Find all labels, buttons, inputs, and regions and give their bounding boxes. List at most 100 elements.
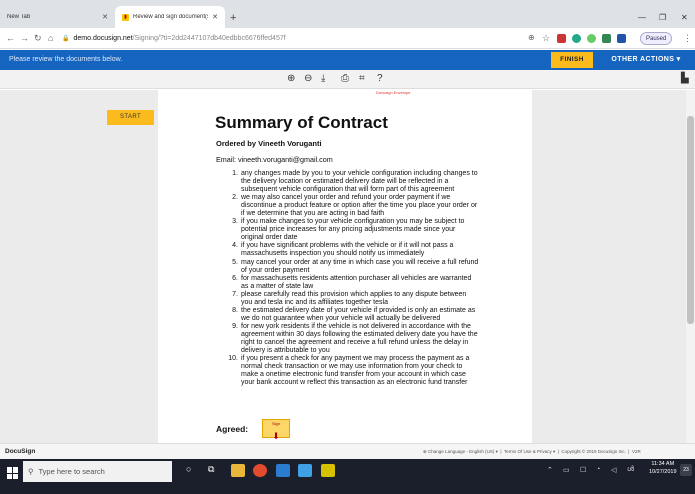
volume-icon[interactable]: ◁ xyxy=(611,466,616,474)
maximize-icon[interactable]: ❐ xyxy=(659,13,666,22)
version-text: V2R xyxy=(631,449,641,454)
app-icon[interactable] xyxy=(298,464,312,477)
term-line: if you present a check for any payment w… xyxy=(241,355,470,363)
term-number: 2. xyxy=(232,194,238,202)
translate-icon[interactable]: ⊕ xyxy=(528,33,535,42)
term-line: we do not guarantee when your vehicle wi… xyxy=(241,314,441,322)
term-number: 6. xyxy=(232,274,238,282)
minimize-icon[interactable]: — xyxy=(638,13,646,22)
terms-list: 1. any changes made by you to your vehicl… xyxy=(226,170,494,387)
search-icon: ⚲ xyxy=(28,467,34,476)
term-number: 4. xyxy=(232,242,238,250)
agreed-label: Agreed: xyxy=(216,424,249,434)
extension-icon[interactable] xyxy=(557,34,566,43)
start-button[interactable]: START xyxy=(107,110,154,125)
term-line: discontinue a product feature or option … xyxy=(241,202,478,210)
clock-time: 11:34 AM xyxy=(651,461,675,467)
taskbar-search-field[interactable]: ⚲ Type here to search xyxy=(23,461,172,482)
language-icon[interactable]: ൾ xyxy=(627,466,634,474)
sign-label: Sign xyxy=(271,421,280,426)
wifi-icon[interactable]: ◔ xyxy=(596,466,600,473)
term-number: 1. xyxy=(232,170,238,177)
clock-date: 10/27/2019 xyxy=(649,469,677,475)
task-view-icon[interactable]: ⧉ xyxy=(208,464,222,477)
term-line: massachusetts inspection you should noti… xyxy=(241,250,425,258)
zoom-in-icon[interactable]: ⊕ xyxy=(287,73,295,84)
term-line: you and tesla inc and its affiliates tog… xyxy=(241,298,388,306)
ordered-by: Ordered by Vineeth Voruganti xyxy=(216,139,322,148)
browser-menu-icon[interactable]: ⋮ xyxy=(683,33,692,44)
term-item: 10. if you present a check for any paymen… xyxy=(226,355,494,387)
term-item: 3. if you make changes to your vehicle co… xyxy=(226,218,494,242)
home-icon[interactable]: ⌂ xyxy=(48,33,53,43)
reload-icon[interactable]: ↻ xyxy=(34,33,42,44)
windows-start-icon[interactable] xyxy=(7,467,19,479)
other-actions-button[interactable]: OTHER ACTIONS ▾ xyxy=(600,52,692,68)
term-line: the estimated delivery date of your vehi… xyxy=(241,306,476,314)
term-line: potential price increases for any pricin… xyxy=(241,226,456,234)
close-icon[interactable]: ✕ xyxy=(212,13,218,21)
terminal-icon[interactable] xyxy=(321,464,335,477)
url-path: /Signing/?ti=2dd2447107db40edbbc6676ffed… xyxy=(132,35,286,42)
window-close-icon[interactable]: ✕ xyxy=(681,13,688,22)
shield-icon[interactable] xyxy=(617,34,626,43)
forward-icon[interactable]: → xyxy=(20,33,29,43)
term-line: if we determine that you are acting in b… xyxy=(241,210,385,218)
search-placeholder: Type here to search xyxy=(38,467,105,476)
tab-new-tab[interactable]: New Tab ✕ xyxy=(0,6,115,28)
extension-icon[interactable] xyxy=(572,34,581,43)
term-line: if you make changes to your vehicle conf… xyxy=(241,218,465,226)
finish-button[interactable]: FINISH xyxy=(551,52,593,68)
scrollbar-thumb[interactable] xyxy=(687,116,694,324)
term-line: of your order payment xyxy=(241,266,310,274)
vscode-icon[interactable] xyxy=(276,464,290,477)
page-header-text: Docusign Envelope xyxy=(376,90,411,95)
extension-icon[interactable] xyxy=(602,34,611,43)
term-line: please carefully read this provision whi… xyxy=(241,290,467,298)
terms-link[interactable]: Terms Of Use & Privacy ▾ xyxy=(504,449,555,454)
notification-badge[interactable]: 23 xyxy=(680,464,692,476)
comment-icon[interactable]: ⌗ xyxy=(359,73,365,84)
term-number: 7. xyxy=(232,290,238,298)
chrome-icon[interactable] xyxy=(253,464,267,477)
extension-icon[interactable] xyxy=(587,34,596,43)
bookmark-star-icon[interactable]: ☆ xyxy=(542,33,550,44)
zoom-out-icon[interactable]: ⊖ xyxy=(304,73,312,84)
term-text: any changes made by you to your vehicle … xyxy=(241,170,478,194)
term-number: 5. xyxy=(232,258,238,266)
profile-status-badge[interactable]: Paused xyxy=(640,32,673,45)
download-icon[interactable]: ⤓ xyxy=(321,73,325,84)
cortana-icon[interactable]: ○ xyxy=(186,464,200,477)
change-language-link[interactable]: Change Language - English (US) ▾ xyxy=(428,449,498,454)
url-field[interactable]: 🔒 demo.docusign.net/Signing/?ti=2dd24471… xyxy=(62,31,582,46)
term-line: the delivery location or estimated deliv… xyxy=(241,178,449,186)
term-line: your bank account w reflect this transac… xyxy=(241,379,468,387)
term-text: may cancel your order at any time in whi… xyxy=(241,259,478,275)
term-number: 9. xyxy=(232,322,238,330)
term-text: if you present a check for any payment w… xyxy=(241,355,469,387)
term-item: 1. any changes made by you to your vehicl… xyxy=(226,170,494,194)
term-line: any changes made by you to your vehicle … xyxy=(241,170,478,177)
file-explorer-icon[interactable] xyxy=(231,464,245,477)
help-icon[interactable]: ? xyxy=(377,73,383,84)
back-icon[interactable]: ← xyxy=(6,33,15,43)
battery-icon[interactable]: ▭ xyxy=(563,466,570,474)
new-tab-icon[interactable]: + xyxy=(230,12,236,24)
sign-button[interactable]: Sign ⬇ xyxy=(262,419,290,441)
document-title: Summary of Contract xyxy=(215,113,388,132)
print-icon[interactable]: ⎙ xyxy=(341,73,349,84)
term-item: 5. may cancel your order at any time in w… xyxy=(226,259,494,275)
download-arrow-icon: ⬇ xyxy=(272,431,280,441)
term-line: for new york residents if the vehicle is… xyxy=(241,322,471,330)
term-line: original order date xyxy=(241,234,298,242)
email-line: Email: vineeth.voruganti@gmail.com xyxy=(216,155,333,164)
tab-label: New Tab xyxy=(7,14,31,20)
close-icon[interactable]: ✕ xyxy=(102,13,108,21)
page-view-icon[interactable]: ▙ xyxy=(681,73,689,84)
network-icon[interactable]: ☐ xyxy=(580,466,586,474)
tab-docusign[interactable]: ▮ Review and sign document(s) | D ✕ xyxy=(115,6,225,28)
tray-up-icon[interactable]: ⌃ xyxy=(547,466,553,474)
term-item: 9. for new york residents if the vehicle … xyxy=(226,323,494,355)
term-line: right to cancel the agreement and receiv… xyxy=(241,338,469,346)
taskbar-clock[interactable]: 11:34 AM 10/27/2019 xyxy=(649,460,677,476)
